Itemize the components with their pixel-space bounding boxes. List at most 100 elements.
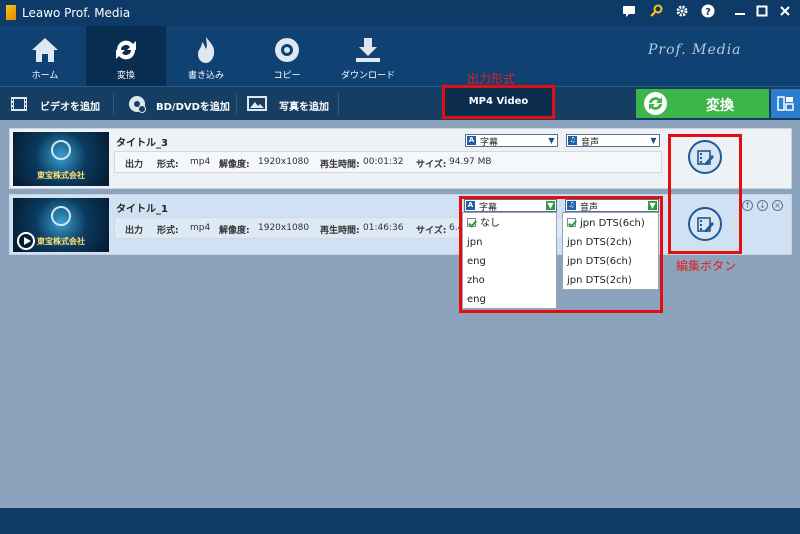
- audio-options-list: jpn DTS(6ch) jpn DTS(2ch) jpn DTS(6ch) j…: [562, 212, 659, 290]
- audio-dropdown[interactable]: ♫ 音声 ▼: [566, 134, 660, 148]
- move-down-icon[interactable]: ↓: [757, 200, 768, 211]
- download-icon: [356, 38, 380, 62]
- format-key: 形式:: [157, 226, 179, 236]
- add-photo-label: 写真を追加: [279, 102, 329, 113]
- nav-burn-label: 書き込み: [187, 71, 224, 81]
- photo-icon: [247, 96, 267, 111]
- nav-convert-label: 変換: [116, 71, 135, 81]
- duration-value: 00:01:32: [363, 157, 404, 167]
- resolution-value: 1920x1080: [258, 157, 310, 167]
- disc-add-icon: [129, 96, 146, 113]
- studio-logo-icon: [51, 206, 71, 226]
- thumbnail-caption: 東宝株式会社: [37, 171, 85, 180]
- file-row[interactable]: 東宝株式会社 タイトル_1 出力 形式: mp4 解像度: 1920x1080 …: [9, 194, 792, 255]
- duration-value: 01:46:36: [363, 223, 404, 233]
- edit-video-icon: [697, 217, 714, 232]
- layout-icon: [777, 96, 794, 111]
- subtitle-icon: A: [467, 136, 476, 145]
- duration-key: 再生時間:: [320, 226, 360, 236]
- resolution-key: 解像度:: [219, 226, 250, 236]
- output-format-annotation: 出力形式: [467, 72, 516, 86]
- output-label: 出力: [125, 160, 144, 170]
- settings-gear-icon[interactable]: [673, 4, 691, 22]
- output-info-bar: 出力 形式: mp4 解像度: 1920x1080 再生時間: 00:01:32…: [114, 151, 662, 173]
- home-icon: [32, 38, 58, 62]
- burn-icon: [198, 37, 215, 63]
- nav-burn[interactable]: 書き込み: [166, 26, 246, 86]
- music-note-icon: ♫: [568, 136, 577, 145]
- studio-logo-icon: [51, 140, 71, 160]
- key-icon[interactable]: [647, 4, 665, 22]
- resolution-value: 1920x1080: [258, 223, 310, 233]
- add-bd-dvd-label: BD/DVDを追加: [156, 102, 230, 113]
- duration-key: 再生時間:: [320, 160, 360, 170]
- audio-dropdown[interactable]: ♫ 音声 ▼: [565, 199, 659, 213]
- checkbox-checked-icon: [467, 218, 476, 227]
- audio-option[interactable]: jpn DTS(2ch): [567, 234, 632, 251]
- file-title: タイトル_1: [116, 204, 168, 215]
- nav-convert[interactable]: 変換: [86, 26, 166, 86]
- close-icon[interactable]: [776, 4, 794, 22]
- file-title: タイトル_3: [116, 138, 168, 149]
- subtitle-dropdown[interactable]: A 字幕 ▼: [465, 134, 558, 148]
- size-key: サイズ:: [416, 226, 447, 236]
- play-icon[interactable]: [17, 232, 35, 250]
- add-bd-dvd-button[interactable]: BD/DVDを追加: [128, 95, 238, 113]
- audio-dropdown-label: 音声: [581, 138, 600, 148]
- app-title: Leawo Prof. Media: [22, 6, 131, 20]
- subtitle-option[interactable]: eng: [467, 291, 486, 308]
- edit-button[interactable]: [688, 207, 722, 241]
- format-key: 形式:: [157, 160, 179, 170]
- layout-toggle-button[interactable]: [771, 89, 800, 118]
- feedback-icon[interactable]: [620, 4, 638, 22]
- file-row[interactable]: 東宝株式会社 タイトル_3 A 字幕 ▼ ♫ 音声 ▼ 出力 形式: mp4 解…: [9, 128, 792, 189]
- add-photo-button[interactable]: 写真を追加: [247, 95, 337, 113]
- maximize-icon[interactable]: [753, 4, 771, 22]
- convert-label: 変換: [706, 98, 734, 114]
- resolution-key: 解像度:: [219, 160, 250, 170]
- nav-copy[interactable]: コピー: [247, 26, 327, 86]
- format-value: mp4: [190, 223, 211, 233]
- remove-icon[interactable]: ×: [772, 200, 783, 211]
- audio-option[interactable]: jpn DTS(2ch): [567, 272, 632, 289]
- disc-copy-icon: [275, 38, 299, 62]
- subtitle-option[interactable]: eng: [467, 253, 486, 270]
- convert-button[interactable]: 変換: [636, 89, 769, 118]
- help-icon[interactable]: ?: [699, 4, 717, 22]
- main-nav: ホーム 変換 書き込み コピー ダウンロード Prof. Media: [0, 26, 800, 86]
- subtitle-option-label: なし: [480, 218, 500, 229]
- toolbar-divider: [236, 93, 237, 115]
- svg-text:?: ?: [705, 7, 711, 18]
- app-logo-icon: [6, 5, 16, 20]
- nav-home[interactable]: ホーム: [5, 26, 85, 86]
- audio-option[interactable]: jpn DTS(6ch): [567, 215, 645, 232]
- output-label: 出力: [125, 226, 144, 236]
- chevron-down-icon: ▼: [546, 201, 555, 210]
- status-bar: [0, 508, 800, 534]
- subtitle-dropdown[interactable]: A 字幕 ▼: [464, 199, 557, 213]
- move-up-icon[interactable]: ↑: [742, 200, 753, 211]
- size-key: サイズ:: [416, 160, 447, 170]
- subtitle-option[interactable]: jpn: [467, 234, 482, 251]
- add-video-button[interactable]: ビデオを追加: [10, 95, 110, 113]
- audio-option[interactable]: jpn DTS(6ch): [567, 253, 632, 270]
- subtitle-options-list: なし jpn eng zho eng: [462, 212, 557, 309]
- nav-download[interactable]: ダウンロード: [328, 26, 408, 86]
- nav-download-label: ダウンロード: [340, 71, 395, 81]
- subtitle-option[interactable]: zho: [467, 272, 485, 289]
- video-thumbnail: 東宝株式会社: [13, 132, 109, 186]
- add-video-label: ビデオを追加: [40, 102, 100, 113]
- audio-option-label: jpn DTS(6ch): [580, 218, 645, 229]
- edit-video-icon: [697, 150, 714, 165]
- chevron-down-icon: ▼: [648, 201, 657, 210]
- minimize-icon[interactable]: [731, 4, 749, 22]
- size-value: 94.97 MB: [449, 157, 492, 167]
- toolbar-divider: [338, 93, 339, 115]
- output-format-selector[interactable]: MP4 Video: [445, 88, 552, 116]
- edit-button[interactable]: [688, 140, 722, 174]
- chevron-down-icon: ▼: [650, 136, 657, 145]
- subtitle-option[interactable]: なし: [467, 215, 500, 232]
- checkbox-checked-icon: [567, 218, 576, 227]
- chevron-down-icon: ▼: [548, 136, 555, 145]
- film-icon: [11, 97, 27, 111]
